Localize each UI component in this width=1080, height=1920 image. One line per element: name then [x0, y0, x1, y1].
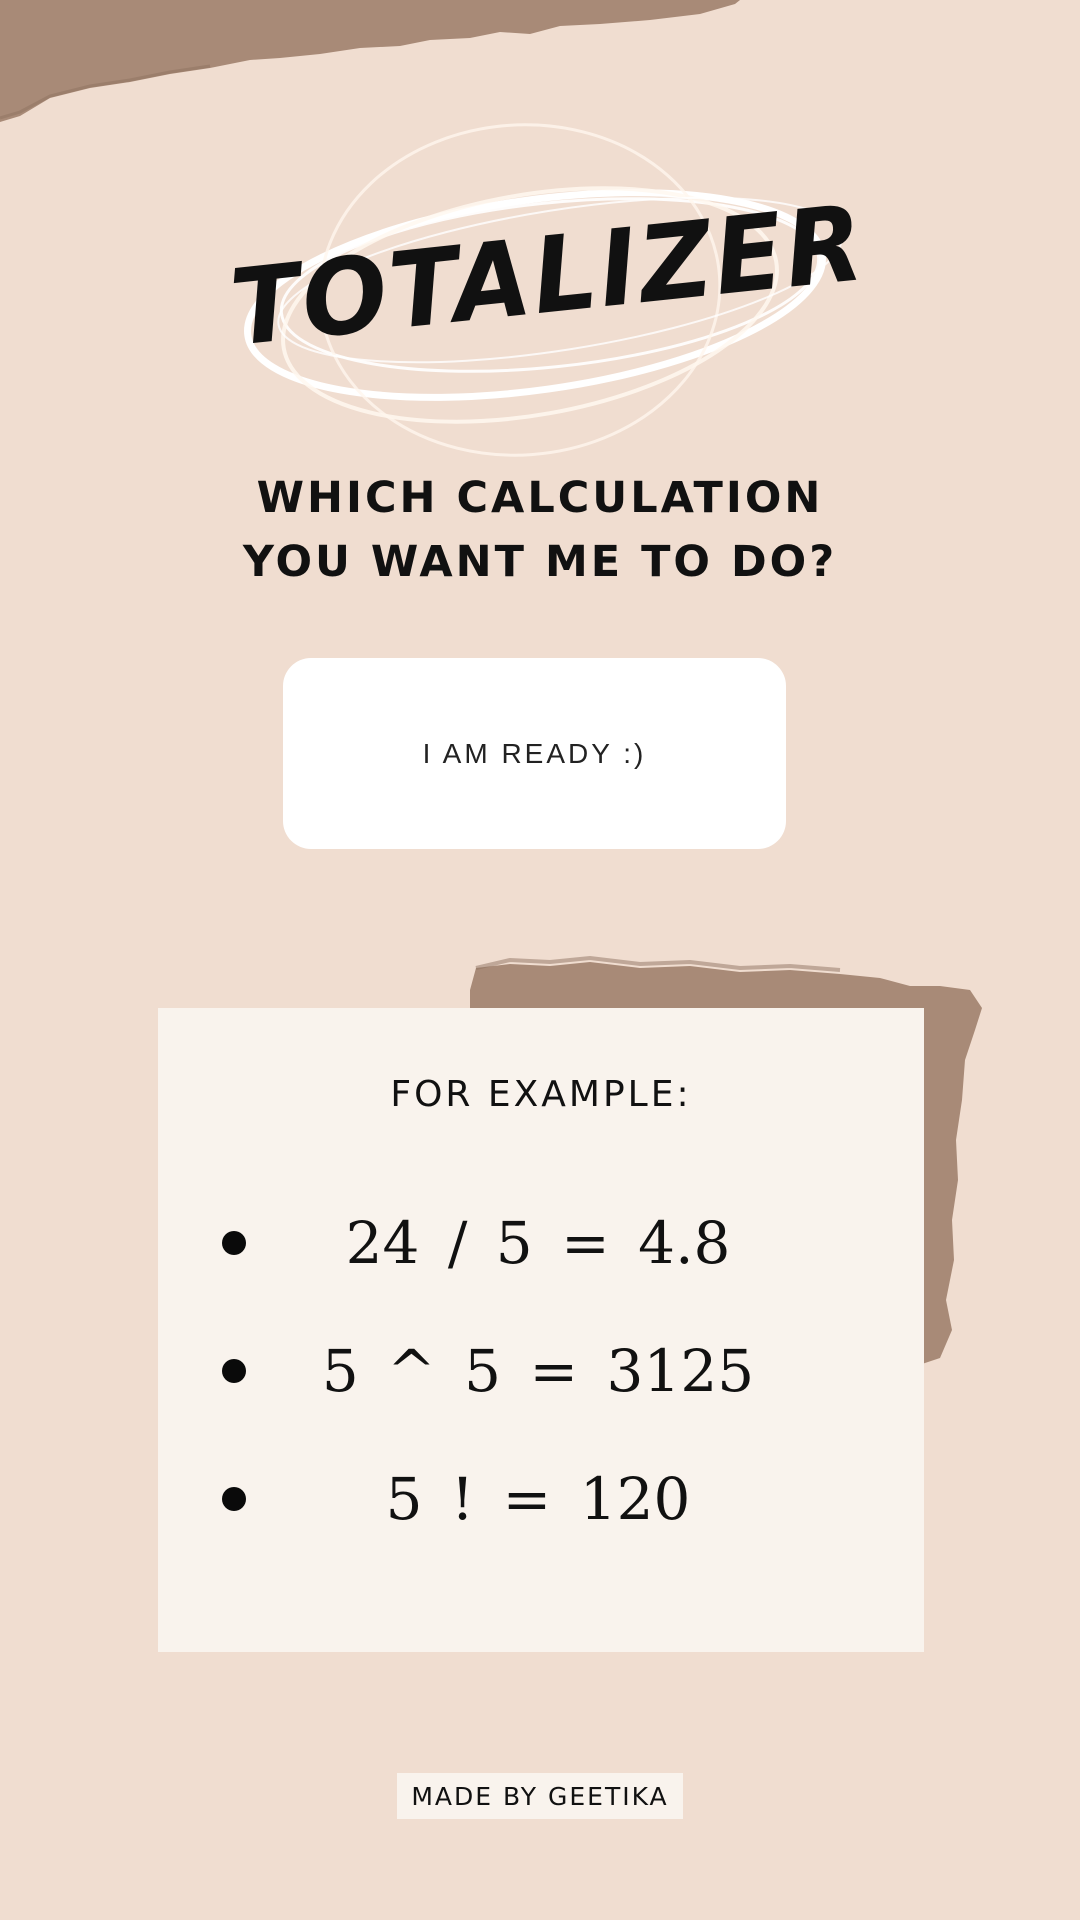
logo: TOTALIZER — [225, 110, 871, 480]
example-expression: 5 ! = 120 — [385, 1465, 691, 1533]
example-item: 5 ! = 120 — [158, 1454, 924, 1544]
example-item: 24 / 5 = 4.8 — [158, 1198, 924, 1288]
example-expression: 24 / 5 = 4.8 — [345, 1209, 731, 1277]
example-expression: 5 ^ 5 = 3125 — [321, 1337, 755, 1405]
bullet-icon — [222, 1359, 246, 1383]
example-item: 5 ^ 5 = 3125 — [158, 1326, 924, 1416]
examples-title: FOR EXAMPLE: — [390, 1074, 692, 1115]
examples-card: FOR EXAMPLE: 24 / 5 = 4.8 5 ^ 5 = 3125 5… — [158, 1008, 924, 1652]
credit-label: MADE BY GEETIKA — [397, 1773, 683, 1819]
question-line-1: WHICH CALCULATION — [256, 473, 824, 523]
question-line-2: YOU WANT ME TO DO? — [242, 537, 838, 587]
bullet-icon — [222, 1231, 246, 1255]
question-heading: WHICH CALCULATION YOU WANT ME TO DO? — [0, 466, 1080, 594]
bullet-icon — [222, 1487, 246, 1511]
ready-button[interactable]: I AM READY :) — [283, 658, 786, 849]
